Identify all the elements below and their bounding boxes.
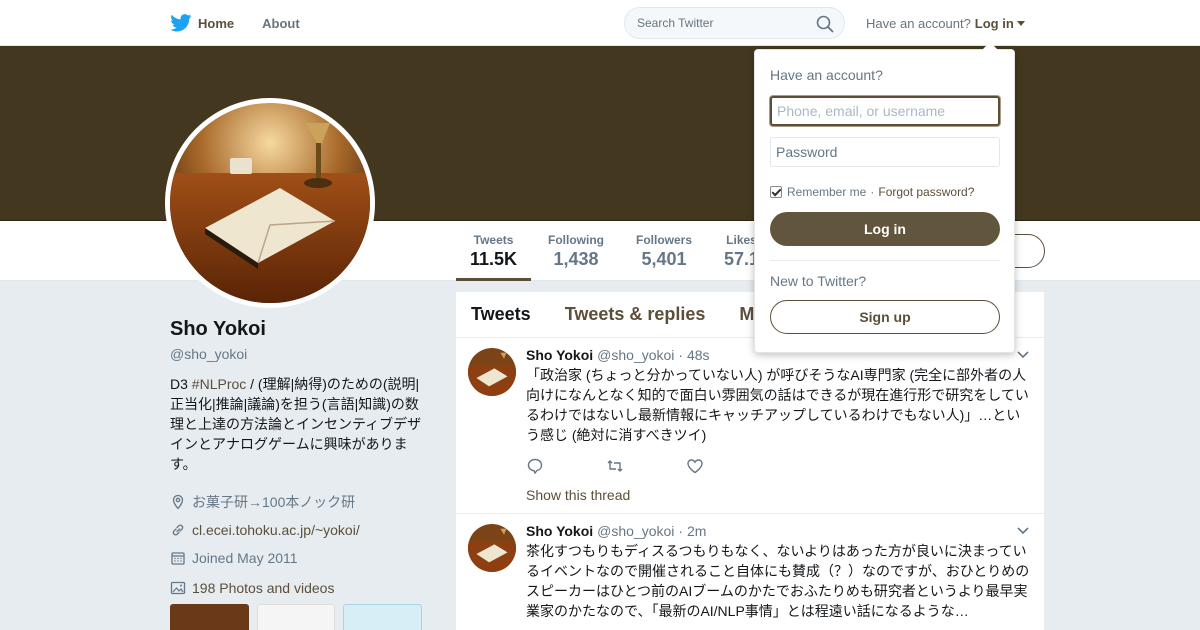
nav-home[interactable]: Home [170, 14, 234, 32]
nav-home-label: Home [198, 15, 235, 31]
caret-down-icon [1016, 21, 1025, 26]
nav-about[interactable]: About [262, 16, 300, 31]
tweet-text: 「政治家 (ちょっと分かっていない人) が呼びそうなAI専門家 (完全に部外者の… [526, 367, 1029, 443]
login-toggle[interactable]: Have an account? Log in [866, 16, 1025, 31]
tweet-actions [526, 457, 1030, 475]
tweet-timestamp[interactable]: · 2m [678, 523, 706, 539]
dropdown-title: Have an account? [770, 67, 883, 83]
stat-tweets[interactable]: Tweets 11.5K [455, 233, 532, 281]
retweet-action[interactable] [606, 457, 686, 475]
tab-tweets-replies[interactable]: Tweets & replies [565, 304, 706, 325]
tweet-author-handle[interactable]: @sho_yokoi [597, 523, 674, 539]
tab-tweets[interactable]: Tweets [471, 304, 531, 325]
profile-name[interactable]: Sho Yokoi [170, 318, 430, 341]
stat-value: 1,438 [553, 249, 599, 269]
password-field[interactable] [770, 137, 1000, 167]
photos-count: 198 Photos and videos [192, 580, 335, 596]
nav-left: Home About [170, 0, 328, 46]
stat-followers[interactable]: Followers 5,401 [636, 233, 692, 270]
link-icon [172, 524, 184, 536]
forgot-password-link[interactable]: Forgot password? [878, 185, 974, 199]
tweet-avatar[interactable] [468, 348, 516, 396]
photo-thumbnails [170, 604, 430, 630]
joined-text: Joined May 2011 [192, 550, 298, 566]
remember-row: Remember me · Forgot password? [770, 185, 974, 199]
profile-url-link[interactable]: cl.ecei.tohoku.ac.jp/~yokoi/ [192, 522, 360, 538]
new-to-twitter-text: New to Twitter? [770, 273, 867, 289]
tweet-text: 茶化すつもりもディスるつもりもなく、ないよりはあった方が良いに決まっているイベン… [526, 543, 1030, 619]
profile-meta: お菓子研→100本ノック研 cl.ecei.tohoku.ac.jp/~yoko… [170, 488, 430, 572]
have-account-text: Have an account? [866, 16, 971, 31]
photos-videos-link[interactable]: 198 Photos and videos [170, 580, 430, 596]
heart-icon [687, 459, 703, 474]
search-icon[interactable] [816, 15, 834, 33]
photo-thumbnail[interactable] [256, 604, 336, 630]
signup-button[interactable]: Sign up [770, 300, 1000, 334]
tweet-author-name[interactable]: Sho Yokoi [526, 523, 593, 539]
remember-me-checkbox[interactable] [770, 186, 782, 198]
username-field[interactable] [770, 96, 1000, 126]
photo-thumbnail[interactable] [343, 604, 422, 630]
calendar-icon [171, 552, 185, 565]
location-icon [172, 494, 184, 510]
avatar-image [170, 103, 370, 303]
reply-action[interactable] [526, 457, 606, 475]
search-input[interactable] [625, 8, 815, 38]
like-action[interactable] [686, 457, 766, 475]
login-toggle-label: Log in [974, 16, 1014, 31]
show-thread-link[interactable]: Show this thread [526, 487, 1030, 503]
stat-following[interactable]: Following 1,438 [548, 233, 604, 270]
twitter-bird-icon [170, 14, 192, 32]
tweet-header: Sho Yokoi @sho_yokoi · 2m [526, 523, 1030, 539]
stat-label: Tweets [473, 233, 514, 247]
stat-label: Following [548, 233, 604, 247]
bio-hashtag[interactable]: #NLProc [192, 376, 246, 392]
photo-thumbnail[interactable] [170, 604, 249, 630]
tweet-avatar[interactable] [468, 524, 516, 572]
profile-handle[interactable]: @sho_yokoi [170, 346, 430, 362]
separator-dot: · [870, 185, 875, 199]
login-dropdown: Have an account? Remember me · Forgot pa… [754, 42, 1015, 353]
search-box [624, 7, 845, 39]
tweet-author-handle[interactable]: @sho_yokoi [597, 347, 674, 363]
stat-value: 11.5K [470, 249, 518, 269]
divider [770, 260, 1000, 261]
bio-prefix: D3 [170, 376, 192, 392]
profile-card: Sho Yokoi @sho_yokoi D3 #NLProc / (理解|納得… [170, 318, 430, 630]
profile-url: cl.ecei.tohoku.ac.jp/~yokoi/ [170, 516, 430, 544]
photo-icon [170, 581, 186, 595]
remember-me-label[interactable]: Remember me [787, 185, 866, 199]
tweet[interactable]: Sho Yokoi @sho_yokoi · 48s 「政治家 (ちょっと分かっ… [456, 338, 1044, 514]
tweet-timestamp[interactable]: · 48s [678, 347, 709, 363]
chevron-down-icon[interactable] [1016, 526, 1030, 536]
avatar-image [468, 524, 516, 572]
top-navigation: Home About Have an account? Log in [0, 0, 1200, 46]
profile-avatar[interactable] [165, 98, 375, 308]
reply-icon [527, 458, 543, 475]
login-button[interactable]: Log in [770, 212, 1000, 246]
stat-label: Followers [636, 233, 693, 247]
tweet-author-name[interactable]: Sho Yokoi [526, 347, 593, 363]
tweet[interactable]: Sho Yokoi @sho_yokoi · 2m 茶化すつもりもディスるつもり… [456, 514, 1044, 630]
retweet-icon [607, 460, 623, 472]
profile-location: お菓子研→100本ノック研 [170, 488, 430, 516]
chevron-down-icon[interactable] [1016, 350, 1030, 360]
avatar-image [468, 348, 516, 396]
location-text: お菓子研→100本ノック研 [192, 494, 356, 510]
profile-bio: D3 #NLProc / (理解|納得)のための(説明|正当化|推論|議論)を担… [170, 374, 430, 474]
profile-joined: Joined May 2011 [170, 544, 430, 572]
stat-value: 5,401 [641, 249, 687, 269]
nav-about-label: About [262, 15, 300, 31]
